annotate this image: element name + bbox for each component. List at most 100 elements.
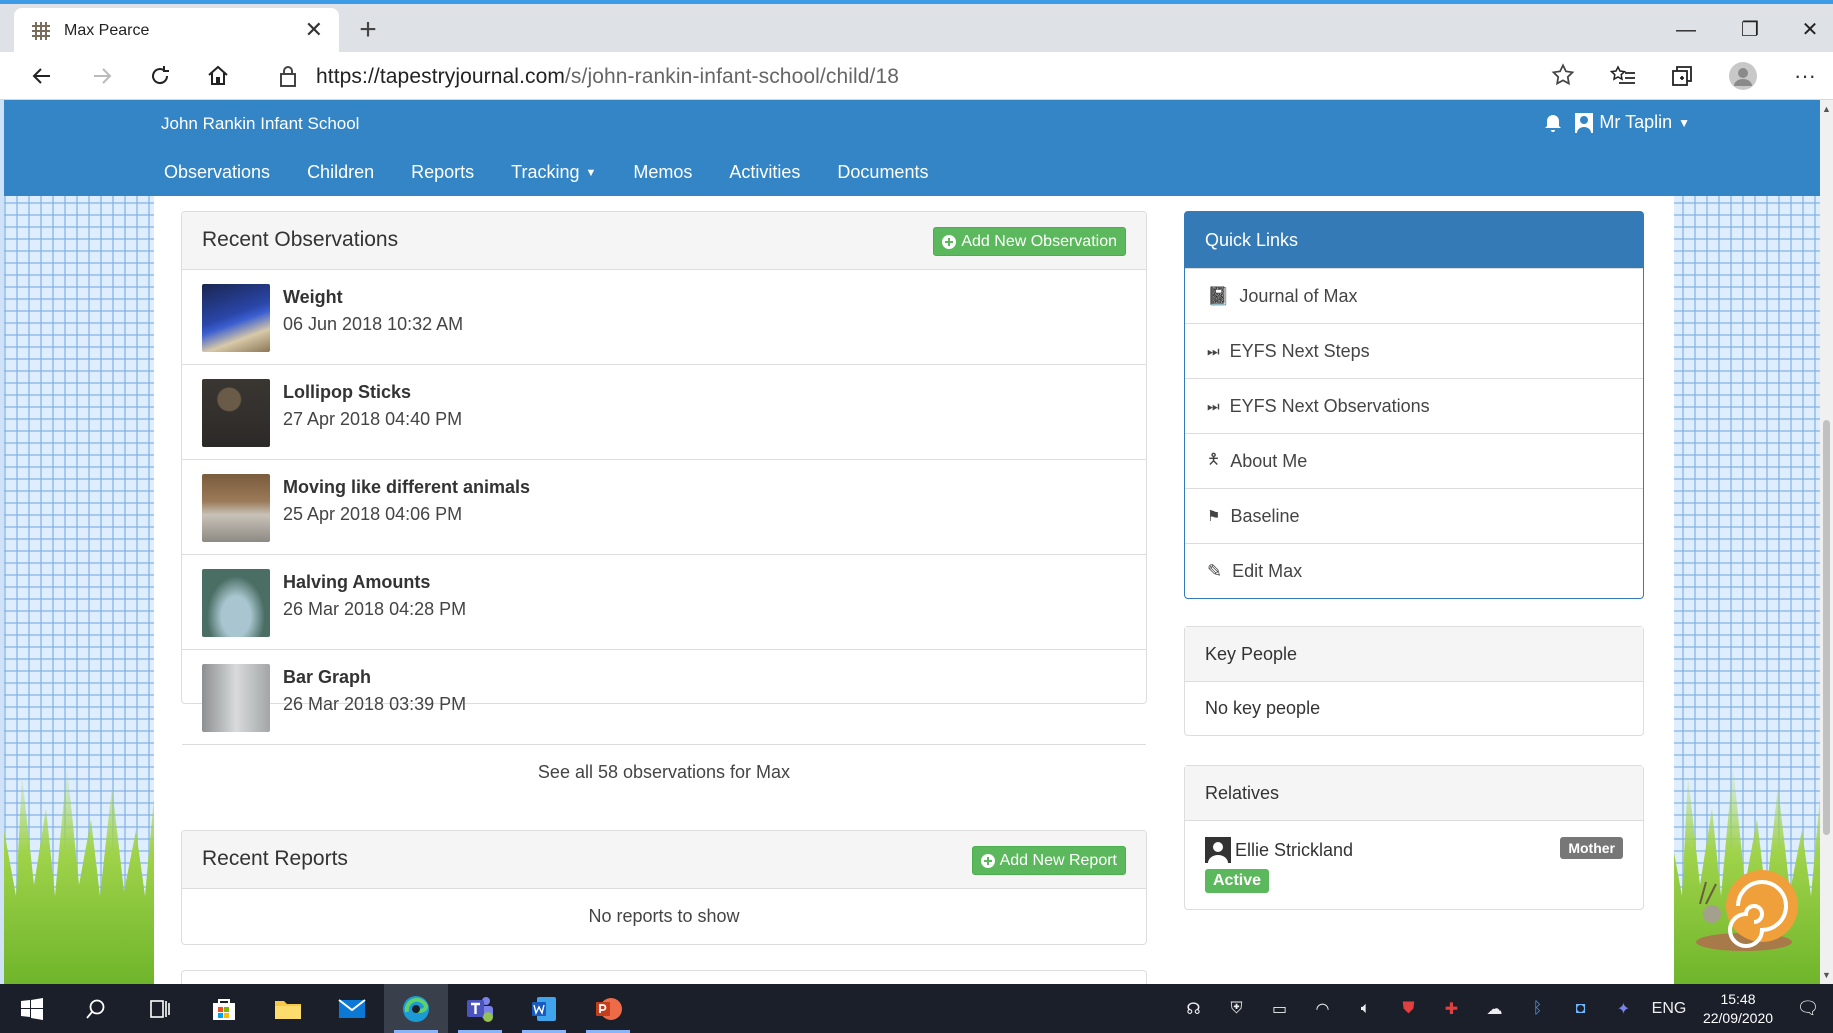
forward-button[interactable] (84, 58, 120, 94)
mail-app[interactable] (320, 984, 384, 1033)
notifications-icon[interactable]: 🗨︎ (1783, 998, 1833, 1019)
observation-row[interactable]: Lollipop Sticks 27 Apr 2018 04:40 PM (182, 365, 1146, 460)
address-bar[interactable]: https://tapestryjournal.com/s/john-ranki… (256, 56, 1586, 96)
shield-icon[interactable]: ⛊ (1387, 1000, 1430, 1018)
clock[interactable]: 15:48 22/09/2020 (1693, 990, 1783, 1028)
task-view-button[interactable] (128, 984, 192, 1033)
wifi-icon[interactable]: ◠ (1301, 999, 1344, 1019)
page-scrollbar[interactable]: ▲ ▼ (1820, 100, 1833, 984)
back-button[interactable] (24, 58, 60, 94)
scrollbar-thumb[interactable] (1823, 420, 1830, 835)
quick-link-baseline[interactable]: ⚑ Baseline (1185, 488, 1643, 543)
observation-title[interactable]: Moving like different animals (283, 477, 530, 498)
search-icon (86, 999, 105, 1019)
observation-row[interactable]: Moving like different animals 25 Apr 201… (182, 460, 1146, 555)
quick-link-next-observations[interactable]: ⏭ EYFS Next Observations (1185, 378, 1643, 433)
observation-row[interactable]: Bar Graph 26 Mar 2018 03:39 PM (182, 650, 1146, 745)
restore-button[interactable]: ❐ (1730, 12, 1770, 48)
word-app[interactable] (512, 984, 576, 1033)
observation-title[interactable]: Lollipop Sticks (283, 382, 411, 403)
file-explorer-app[interactable] (256, 984, 320, 1033)
nav-documents[interactable]: Documents (837, 152, 928, 193)
security-icon[interactable]: ⛨ (1215, 1000, 1258, 1018)
profile-avatar-icon (1729, 62, 1757, 90)
add-new-report-button[interactable]: Add New Report (971, 846, 1126, 875)
antivirus-icon[interactable]: ✚ (1430, 999, 1473, 1019)
nav-memos[interactable]: Memos (633, 152, 692, 193)
observation-row[interactable]: Halving Amounts 26 Mar 2018 04:28 PM (182, 555, 1146, 650)
relative-row[interactable]: Ellie Strickland Mother Active (1185, 821, 1643, 909)
bluetooth-icon[interactable]: ᛒ (1516, 1000, 1559, 1018)
quick-link-about-me[interactable]: 🯅 About Me (1185, 433, 1643, 488)
scroll-up-icon[interactable]: ▲ (1822, 104, 1831, 114)
minimize-button[interactable]: — (1666, 12, 1706, 48)
caret-down-icon: ▼ (1678, 115, 1690, 130)
bell-icon[interactable] (1543, 113, 1563, 133)
onedrive-icon[interactable]: ◘ (1559, 1000, 1602, 1018)
relative-name[interactable]: Ellie Strickland (1235, 840, 1353, 861)
cloud-icon[interactable]: ☁ (1473, 999, 1516, 1019)
teams-icon (467, 996, 493, 1022)
observation-date: 25 Apr 2018 04:06 PM (283, 504, 463, 524)
people-icon[interactable]: ☊ (1172, 999, 1215, 1019)
quick-link-edit[interactable]: ✎ Edit Max (1185, 543, 1643, 598)
profile-button[interactable] (1725, 58, 1761, 94)
quick-link-next-steps[interactable]: ⏭ EYFS Next Steps (1185, 323, 1643, 378)
arrow-left-icon (32, 68, 50, 84)
observation-thumbnail[interactable] (202, 664, 270, 732)
store-app[interactable] (192, 984, 256, 1033)
favorite-star-icon[interactable] (1550, 62, 1576, 88)
teams-tray-icon[interactable]: ✦ (1602, 999, 1645, 1019)
nav-children[interactable]: Children (307, 152, 374, 193)
quick-link-label: Baseline (1230, 505, 1300, 526)
edge-app[interactable] (384, 984, 448, 1033)
powerpoint-app[interactable] (576, 984, 640, 1033)
school-name[interactable]: John Rankin Infant School (161, 114, 359, 134)
teams-app[interactable] (448, 984, 512, 1033)
relation-badge: Mother (1560, 837, 1623, 859)
observation-title[interactable]: Bar Graph (283, 667, 371, 688)
scroll-down-icon[interactable]: ▼ (1822, 970, 1831, 980)
tab-close-icon[interactable]: ✕ (305, 18, 323, 42)
clock-time: 15:48 (1720, 990, 1756, 1007)
clock-date: 22/09/2020 (1702, 1009, 1774, 1026)
key-people-panel: Key People No key people (1184, 626, 1644, 736)
nav-observations[interactable]: Observations (164, 152, 270, 193)
add-new-observation-button[interactable]: Add New Observation (933, 227, 1126, 256)
observation-title[interactable]: Halving Amounts (283, 572, 430, 593)
step-forward-icon: ⏭ (1207, 397, 1220, 414)
top-navbar: John Rankin Infant School Mr Taplin ▼ Ob… (4, 100, 1820, 196)
new-tab-button[interactable]: + (350, 12, 386, 48)
refresh-button[interactable] (142, 58, 178, 94)
observation-date: 26 Mar 2018 04:28 PM (283, 599, 467, 619)
volume-icon[interactable]: 🔈︎ (1344, 1000, 1387, 1018)
recent-reports-panel: Recent Reports Add New Report No reports… (181, 830, 1147, 945)
observation-title[interactable]: Weight (283, 287, 343, 308)
see-all-observations-link[interactable]: See all 58 observations for Max (182, 745, 1146, 799)
observation-row[interactable]: Weight 06 Jun 2018 10:32 AM (182, 270, 1146, 365)
start-button[interactable] (0, 984, 64, 1033)
close-window-button[interactable]: ✕ (1790, 12, 1830, 48)
home-button[interactable] (200, 58, 236, 94)
observation-thumbnail[interactable] (202, 569, 270, 637)
collections-button[interactable] (1664, 58, 1700, 94)
favorites-button[interactable] (1605, 58, 1641, 94)
search-button[interactable] (64, 984, 128, 1033)
nav-activities[interactable]: Activities (729, 152, 800, 193)
flag-icon: ⚑ (1207, 508, 1221, 525)
nav-tracking-label: Tracking (511, 162, 580, 182)
observation-thumbnail[interactable] (202, 284, 270, 352)
battery-icon[interactable]: ▭ (1258, 999, 1301, 1019)
language-indicator[interactable]: ENG (1645, 1000, 1693, 1018)
observation-thumbnail[interactable] (202, 474, 270, 542)
store-icon (213, 998, 235, 1020)
browser-tab[interactable]: Max Pearce ✕ (14, 8, 339, 56)
nav-tracking[interactable]: Tracking ▼ (511, 152, 596, 193)
background-pattern-left (4, 196, 154, 984)
book-icon: 📓 (1207, 285, 1230, 306)
nav-reports[interactable]: Reports (411, 152, 474, 193)
settings-menu-button[interactable]: ··· (1787, 58, 1823, 94)
user-menu[interactable]: Mr Taplin ▼ (1575, 112, 1690, 133)
quick-link-journal[interactable]: 📓 Journal of Max (1185, 268, 1643, 323)
observation-thumbnail[interactable] (202, 379, 270, 447)
